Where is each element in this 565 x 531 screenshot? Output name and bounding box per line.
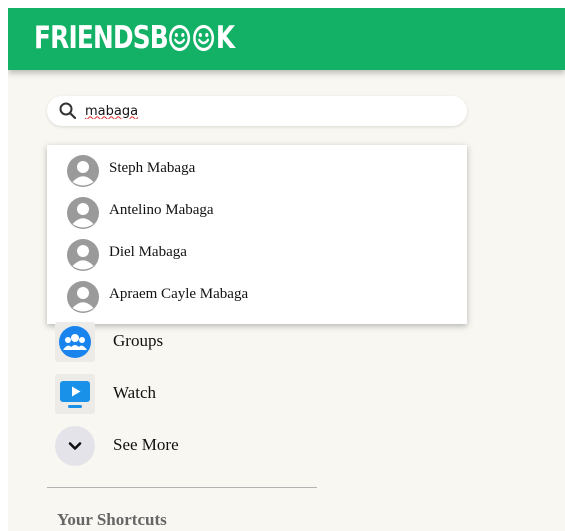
search-result-item[interactable]: Diel Mabaga [47,233,467,275]
window-frame: FRIENDSB K mabaga Steph Mabaga Antelino … [0,0,565,531]
smiley-icon [169,24,191,52]
groups-icon [55,322,95,362]
smiley-icon [193,24,215,52]
sidebar-item-label: See More [113,435,179,454]
search-result-name: Steph Mabaga [109,160,196,176]
chevron-down-icon [55,426,95,466]
sidebar-item-label: Watch [113,383,156,402]
avatar-icon [67,239,99,271]
friendsbook-logo[interactable]: FRIENDSB K [34,20,235,56]
search-result-name: Antelino Mabaga [109,202,214,218]
page: FRIENDSB K mabaga Steph Mabaga Antelino … [8,8,565,531]
search-results-dropdown: Steph Mabaga Antelino Mabaga Diel Mabaga [47,145,467,324]
watch-icon [55,374,95,414]
search-result-item[interactable]: Apraem Cayle Mabaga [47,275,467,317]
avatar-icon [67,197,99,229]
search-result-name: Diel Mabaga [109,244,187,260]
search-result-item[interactable]: Steph Mabaga [47,149,467,191]
shortcuts-heading: Your Shortcuts [57,510,167,529]
sidebar-item-label: Groups [113,331,164,350]
logo-text-right: K [215,20,235,56]
sidebar-divider [47,487,317,488]
avatar-icon [67,281,99,313]
top-navbar: FRIENDSB K [8,8,565,70]
search-input[interactable] [85,101,445,121]
logo-text-left: FRIENDSB [34,20,169,56]
search-result-name: Apraem Cayle Mabaga [109,286,249,302]
avatar-icon [67,155,99,187]
search-result-item[interactable]: Antelino Mabaga [47,191,467,233]
search-icon [59,102,77,120]
search-bar[interactable] [47,96,467,126]
